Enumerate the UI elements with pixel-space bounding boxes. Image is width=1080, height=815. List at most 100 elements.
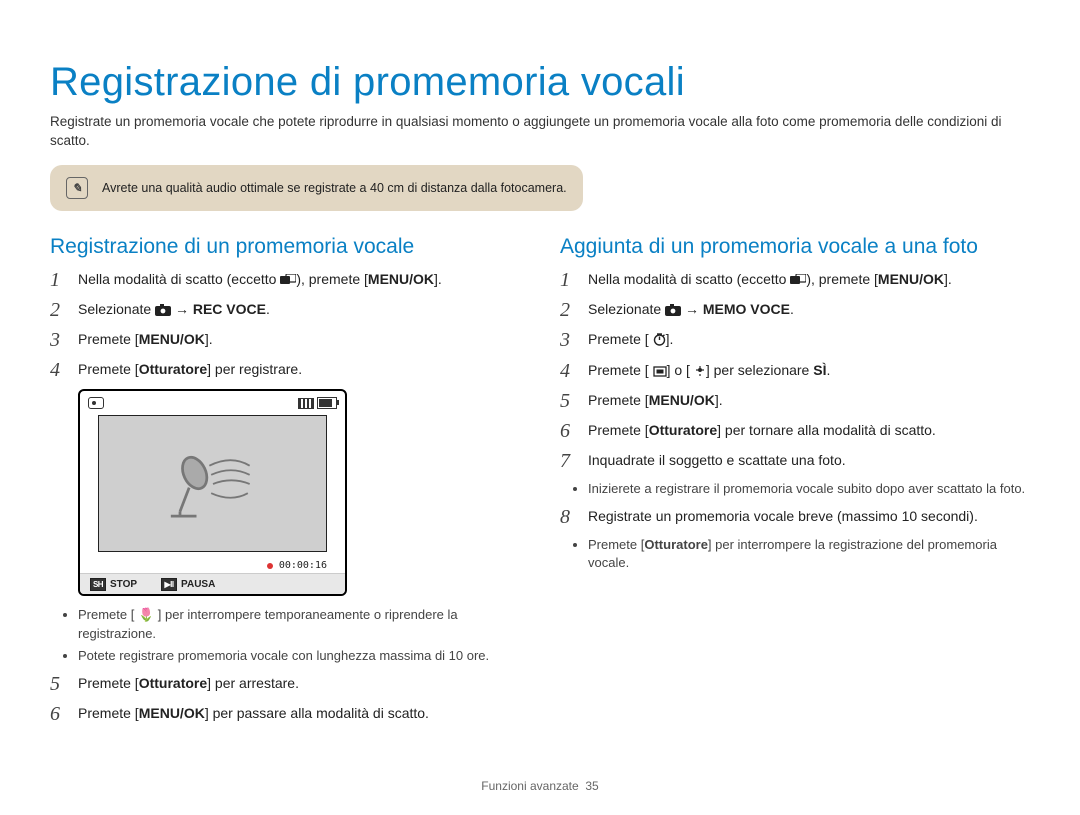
step-number: 1: [50, 269, 66, 291]
step-number: 3: [560, 329, 576, 351]
list-item: Potete registrare promemoria vocale con …: [78, 647, 520, 665]
option-value: SÌ: [813, 362, 826, 378]
button-label: Otturatore: [649, 422, 717, 438]
softkey-label: PAUSA: [181, 579, 215, 590]
footer-section: Funzioni avanzate: [481, 779, 578, 793]
button-label: Otturatore: [139, 361, 207, 377]
step7-notes: Inizierete a registrare il promemoria vo…: [588, 480, 1030, 498]
right-steps-cont: 8 Registrate un promemoria vocale breve …: [560, 506, 1030, 528]
page-footer: Funzioni avanzate 35: [0, 779, 1080, 793]
step-1: 1 Nella modalità di scatto (eccetto ), p…: [560, 269, 1030, 291]
step-text: →: [681, 301, 703, 317]
step-number: 4: [50, 359, 66, 381]
step-number: 5: [50, 673, 66, 695]
step-text: ] per tornare alla modalità di scatto.: [717, 422, 936, 438]
camera-screen: 00:00:16 SH STOP ▶II PAUSA: [78, 389, 347, 596]
play-pause-icon: ▶II: [161, 578, 177, 591]
step-text: Inquadrate il soggetto e scattate una fo…: [588, 450, 1030, 472]
step-2: 2 Selezionate → REC VOCE.: [50, 299, 520, 321]
step-text: Selezionate: [78, 301, 155, 317]
screen-preview: [98, 415, 327, 552]
step-text: →: [171, 301, 193, 317]
recording-dot-icon: [267, 563, 273, 569]
step-text: ), premete [: [806, 271, 878, 287]
step-text: ].: [715, 392, 723, 408]
step-text: ] per registrare.: [207, 361, 302, 377]
step-text: ), premete [: [296, 271, 368, 287]
note-icon: ✎: [66, 177, 88, 199]
step-text: .: [826, 362, 830, 378]
right-column: Aggiunta di un promemoria vocale a una f…: [560, 235, 1030, 733]
screen-softkeys: SH STOP ▶II PAUSA: [80, 573, 345, 594]
step-number: 8: [560, 506, 576, 528]
step-5: 5 Premete [MENU/OK].: [560, 390, 1030, 412]
step-text: Premete [: [78, 361, 139, 377]
step4-notes: Premete [ 🌷 ] per interrompere temporane…: [78, 606, 520, 665]
note-text: Avrete una qualità audio ottimale se reg…: [102, 181, 567, 195]
right-heading: Aggiunta di un promemoria vocale a una f…: [560, 235, 1030, 259]
step-text: Premete [: [588, 392, 649, 408]
stop-icon: SH: [90, 578, 106, 591]
footer-page-number: 35: [585, 779, 598, 793]
step8-notes: Premete [Otturatore] per interrompere la…: [588, 536, 1030, 572]
step-number: 6: [560, 420, 576, 442]
step-text: ].: [205, 331, 213, 347]
step-number: 2: [50, 299, 66, 321]
step-text: .: [790, 301, 794, 317]
step-number: 7: [560, 450, 576, 472]
signal-icon: [298, 398, 314, 409]
dual-mode-icon: [280, 271, 296, 291]
step-number: 2: [560, 299, 576, 321]
step-number: 4: [560, 360, 576, 382]
left-column: Registrazione di un promemoria vocale 1 …: [50, 235, 520, 733]
step-text: Registrate un promemoria vocale breve (m…: [588, 506, 1030, 528]
step-text: ] per arrestare.: [207, 675, 299, 691]
step-text: Nella modalità di scatto (eccetto: [78, 271, 280, 287]
list-item: Inizierete a registrare il promemoria vo…: [588, 480, 1030, 498]
left-steps-cont: 5 Premete [Otturatore] per arrestare. 6 …: [50, 673, 520, 725]
step-text: ] o [: [667, 362, 690, 378]
step-text: ] per selezionare: [706, 362, 813, 378]
step-4: 4 Premete [Otturatore] per registrare.: [50, 359, 520, 381]
manual-page: Registrazione di promemoria vocali Regis…: [0, 0, 1080, 815]
step-text: ].: [944, 271, 952, 287]
step-number: 1: [560, 269, 576, 291]
step-text: Premete [: [588, 331, 649, 347]
button-label: MENU/OK: [139, 705, 205, 721]
step-text: ].: [434, 271, 442, 287]
page-title: Registrazione di promemoria vocali: [50, 60, 1030, 105]
button-label: MENU/OK: [878, 271, 944, 287]
camera-icon: [665, 301, 681, 321]
screen-status-bar: [88, 397, 337, 409]
bullet-text: Premete [: [588, 537, 644, 552]
step-text: Premete [: [588, 362, 649, 378]
dual-mode-icon: [790, 271, 806, 291]
step-text: Premete [: [78, 675, 139, 691]
step-6: 6 Premete [MENU/OK] per passare alla mod…: [50, 703, 520, 725]
tip-note: ✎ Avrete una qualità audio ottimale se r…: [50, 165, 583, 211]
battery-icon: [317, 397, 337, 409]
softkey-label: STOP: [110, 579, 137, 590]
button-label: MENU/OK: [139, 331, 205, 347]
left-heading: Registrazione di un promemoria vocale: [50, 235, 520, 259]
step-text: Premete [: [78, 331, 139, 347]
list-item: Premete [Otturatore] per interrompere la…: [588, 536, 1030, 572]
content-columns: Registrazione di un promemoria vocale 1 …: [50, 235, 1030, 733]
step-3: 3 Premete [MENU/OK].: [50, 329, 520, 351]
softkey-stop: SH STOP: [90, 578, 137, 591]
step-text: Premete [: [588, 422, 649, 438]
button-label: Otturatore: [139, 675, 207, 691]
tape-icon: [88, 397, 104, 409]
step-6: 6 Premete [Otturatore] per tornare alla …: [560, 420, 1030, 442]
step-1: 1 Nella modalità di scatto (eccetto ), p…: [50, 269, 520, 291]
step-3: 3 Premete [ ].: [560, 329, 1030, 351]
step-text: Premete [: [78, 705, 139, 721]
list-item: Premete [ 🌷 ] per interrompere temporane…: [78, 606, 520, 642]
menu-target: MEMO VOCE: [703, 301, 790, 317]
left-steps: 1 Nella modalità di scatto (eccetto ), p…: [50, 269, 520, 382]
intro-text: Registrate un promemoria vocale che pote…: [50, 113, 1030, 151]
timer-icon: [653, 331, 666, 351]
step-text: ] per passare alla modalità di scatto.: [205, 705, 429, 721]
step-text: ].: [666, 331, 674, 347]
step-text: Nella modalità di scatto (eccetto: [588, 271, 790, 287]
